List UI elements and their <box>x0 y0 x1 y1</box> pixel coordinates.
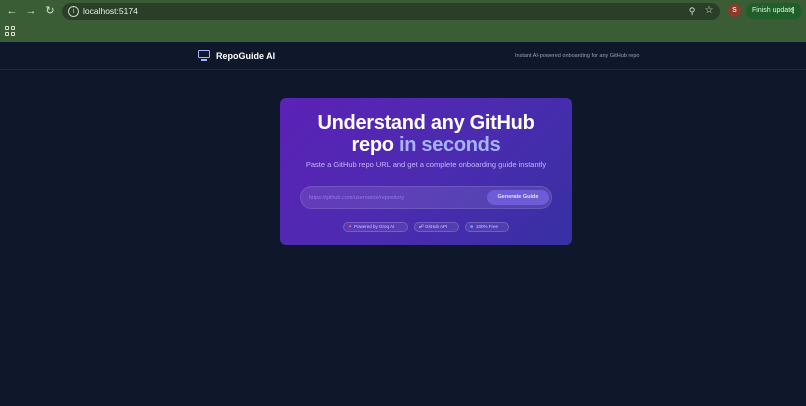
header-tagline: Instant AI-powered onboarding for any Gi… <box>515 53 640 59</box>
kebab-menu-icon[interactable]: ⋮ <box>789 3 797 19</box>
app-header: RepoGuide AI Instant AI-powered onboardi… <box>0 42 806 70</box>
generate-guide-button[interactable]: Generate Guide <box>487 190 549 205</box>
hero-card: Understand any GitHub repo in seconds Pa… <box>280 98 572 245</box>
browser-toolbar: ← → ↻ i localhost:5174 ⚲ ☆ S Finish upda… <box>0 0 806 23</box>
badge-label: GitHub API <box>425 224 448 229</box>
zoom-icon[interactable]: ⚲ <box>686 5 698 17</box>
browser-chrome: ← → ↻ i localhost:5174 ⚲ ☆ S Finish upda… <box>0 0 806 42</box>
reload-icon[interactable]: ↻ <box>43 4 57 18</box>
hero-title-plain: repo <box>351 134 394 156</box>
info-icon[interactable]: i <box>68 6 79 17</box>
monitor-icon <box>198 50 210 61</box>
hero-title-accent: in seconds <box>398 134 501 156</box>
arrow-left-icon[interactable]: ← <box>5 4 19 18</box>
repo-url-input[interactable] <box>309 191 479 205</box>
apps-grid-icon[interactable] <box>5 26 15 36</box>
hero-title-line1: Understand any GitHub <box>317 112 535 134</box>
profile-avatar[interactable]: S <box>728 4 741 17</box>
badge-free: ■ 100% Free <box>465 222 509 232</box>
badge-github-api: ☍ GitHub API <box>414 222 459 232</box>
address-bar[interactable]: i localhost:5174 ⚲ ☆ <box>62 3 720 20</box>
url-text[interactable]: localhost:5174 <box>83 6 138 16</box>
badge-label: 100% Free <box>476 224 499 229</box>
hero-subtitle: Paste a GitHub repo URL and get a comple… <box>305 160 547 169</box>
badge-groq: ✦ Powered by Groq AI <box>343 222 408 232</box>
link-icon: ☍ <box>419 224 425 230</box>
arrow-right-icon[interactable]: → <box>24 4 38 18</box>
finish-update-button[interactable]: Finish update ⋮ <box>746 3 802 19</box>
sparkle-icon: ✦ <box>348 224 353 230</box>
star-icon[interactable]: ☆ <box>703 5 715 17</box>
hero-title: Understand any GitHub repo in seconds <box>280 112 572 156</box>
badge-label: Powered by Groq AI <box>354 224 395 229</box>
repo-url-form: Generate Guide <box>300 186 552 209</box>
feature-badges: ✦ Powered by Groq AI ☍ GitHub API ■ 100%… <box>280 222 572 232</box>
tag-icon: ■ <box>470 224 474 230</box>
finish-update-label: Finish update <box>752 7 795 14</box>
brand-name[interactable]: RepoGuide AI <box>216 51 275 61</box>
